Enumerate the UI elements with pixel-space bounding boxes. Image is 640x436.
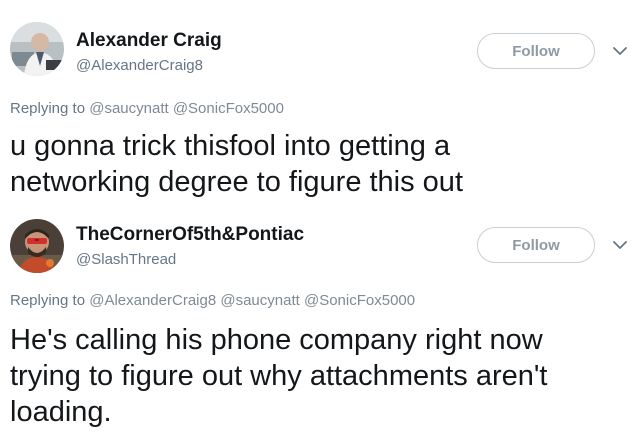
chevron-down-icon[interactable]	[611, 42, 629, 60]
replying-to-label: Replying to	[10, 292, 86, 309]
user-avatar-icon	[10, 219, 64, 273]
display-name[interactable]: TheCornerOf5th&Pontiac	[76, 224, 304, 246]
replying-to-label: Replying to	[10, 100, 86, 117]
mention-link[interactable]: @saucynatt	[89, 100, 168, 117]
tweet-text: u gonna trick thisfool into getting a ne…	[10, 128, 630, 200]
tweet-text-line: loading.	[10, 396, 112, 428]
user-handle[interactable]: @AlexanderCraig8	[76, 57, 203, 74]
mention-link[interactable]: @SonicFox5000	[173, 100, 284, 117]
mention-link[interactable]: @AlexanderCraig8	[89, 292, 216, 309]
display-name[interactable]: Alexander Craig	[76, 30, 222, 52]
tweet-text-line: He's calling his phone company right now	[10, 324, 543, 356]
follow-button[interactable]: Follow	[477, 227, 595, 263]
user-handle[interactable]: @SlashThread	[76, 251, 176, 268]
mention-link[interactable]: @saucynatt	[220, 292, 299, 309]
tweet-text-line: trying to figure out why attachments are…	[10, 360, 548, 392]
replying-to: Replying to @saucynatt @SonicFox5000	[10, 100, 284, 117]
tweet-text-line: u gonna trick thisfool into getting a	[10, 130, 451, 162]
follow-button[interactable]: Follow	[477, 33, 595, 69]
replying-to: Replying to @AlexanderCraig8 @saucynatt …	[10, 292, 415, 309]
tweet: Alexander Craig @AlexanderCraig8 Follow …	[0, 0, 640, 205]
tweet-text: He's calling his phone company right now…	[10, 322, 630, 430]
avatar[interactable]	[10, 219, 64, 273]
avatar[interactable]	[10, 22, 64, 76]
chevron-down-icon[interactable]	[611, 236, 629, 254]
tweet-text-line: networking degree to figure this out	[10, 166, 463, 198]
tweet: TheCornerOf5th&Pontiac @SlashThread Foll…	[0, 205, 640, 436]
user-avatar-icon	[10, 22, 64, 76]
mention-link[interactable]: @SonicFox5000	[304, 292, 415, 309]
